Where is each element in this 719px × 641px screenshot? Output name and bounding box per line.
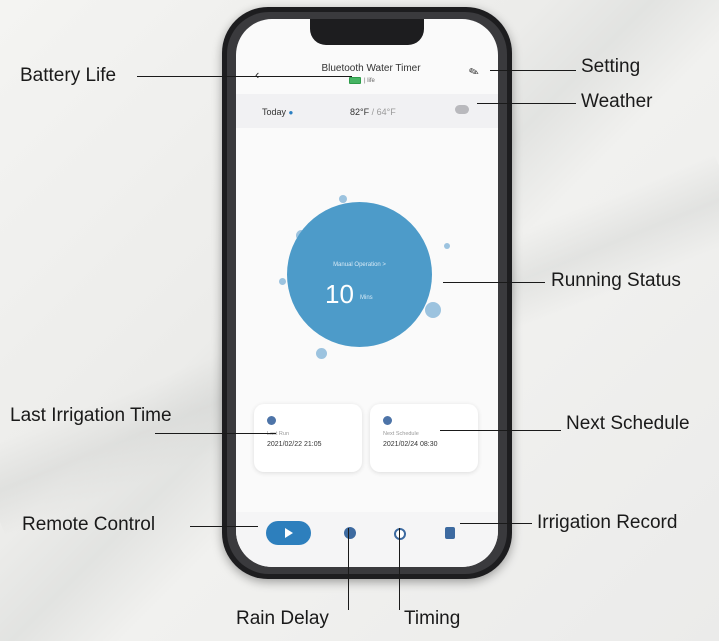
bubble-decoration xyxy=(339,195,347,203)
callout-setting: Setting xyxy=(581,56,641,77)
bubble-decoration xyxy=(425,302,441,318)
battery-indicator: | life xyxy=(349,77,375,84)
callout-line xyxy=(137,76,352,77)
callout-weather: Weather xyxy=(581,91,653,112)
running-unit: Mins xyxy=(360,295,373,301)
callout-battery-life: Battery Life xyxy=(20,65,117,86)
irrigation-record-icon[interactable] xyxy=(445,527,455,539)
callout-line xyxy=(155,433,276,434)
temp-separator: / xyxy=(369,107,377,117)
battery-icon xyxy=(349,77,361,84)
bubble-decoration xyxy=(316,348,327,359)
callout-line xyxy=(440,430,561,431)
weather-day: Today ● xyxy=(262,107,293,117)
back-icon[interactable]: ‹ xyxy=(255,67,259,82)
bubble-decoration xyxy=(279,278,286,285)
last-run-value: 2021/02/22 21:05 xyxy=(267,441,322,448)
calendar-icon xyxy=(383,416,392,425)
clock-icon xyxy=(267,416,276,425)
phone-notch xyxy=(310,19,424,45)
cloud-icon xyxy=(455,105,469,114)
callout-line xyxy=(190,526,258,527)
battery-label: | life xyxy=(364,77,375,84)
callout-remote-control: Remote Control xyxy=(22,514,156,535)
rain-delay-icon[interactable] xyxy=(344,527,356,539)
callout-rain-delay: Rain Delay xyxy=(236,608,329,629)
callout-line xyxy=(477,103,576,104)
callout-last-irrigation-time: Last Irrigation Time xyxy=(10,405,172,426)
weather-temperature: 82°F / 64°F xyxy=(350,107,396,117)
app-title: Bluetooth Water Timer xyxy=(321,63,421,74)
remote-control-play-icon[interactable] xyxy=(266,521,311,545)
callout-irrigation-record: Irrigation Record xyxy=(537,512,678,533)
callout-line xyxy=(460,523,532,524)
weather-day-label: Today xyxy=(262,107,287,117)
bubble-decoration xyxy=(444,243,450,249)
callout-line xyxy=(490,70,576,71)
water-drop-icon: ● xyxy=(288,108,294,117)
next-schedule-label: Next Schedule xyxy=(383,431,419,437)
callout-line xyxy=(399,528,400,610)
timing-clock-icon[interactable] xyxy=(394,528,406,540)
temp-low: 64°F xyxy=(376,107,396,117)
callout-timing: Timing xyxy=(404,608,461,629)
callout-next-schedule: Next Schedule xyxy=(566,413,690,434)
phone-screen: ‹ Bluetooth Water Timer | life ✎ Today ●… xyxy=(236,19,498,567)
manual-operation-label: Manual Operation > xyxy=(333,262,386,268)
edit-icon[interactable]: ✎ xyxy=(467,64,481,81)
last-run-label: Last Run xyxy=(267,431,290,437)
next-schedule-card[interactable]: Next Schedule 2021/02/24 08:30 xyxy=(370,404,478,472)
last-run-card[interactable]: Last Run 2021/02/22 21:05 xyxy=(254,404,362,472)
phone-frame: ‹ Bluetooth Water Timer | life ✎ Today ●… xyxy=(222,7,512,579)
callout-running-status: Running Status xyxy=(551,270,681,291)
next-schedule-value: 2021/02/24 08:30 xyxy=(383,441,438,448)
callout-line xyxy=(348,528,349,610)
callout-line xyxy=(443,282,545,283)
temp-high: 82°F xyxy=(350,107,370,117)
running-minutes: 10 xyxy=(325,279,354,309)
running-status-circle[interactable]: Manual Operation > 10 Mins xyxy=(287,202,432,347)
